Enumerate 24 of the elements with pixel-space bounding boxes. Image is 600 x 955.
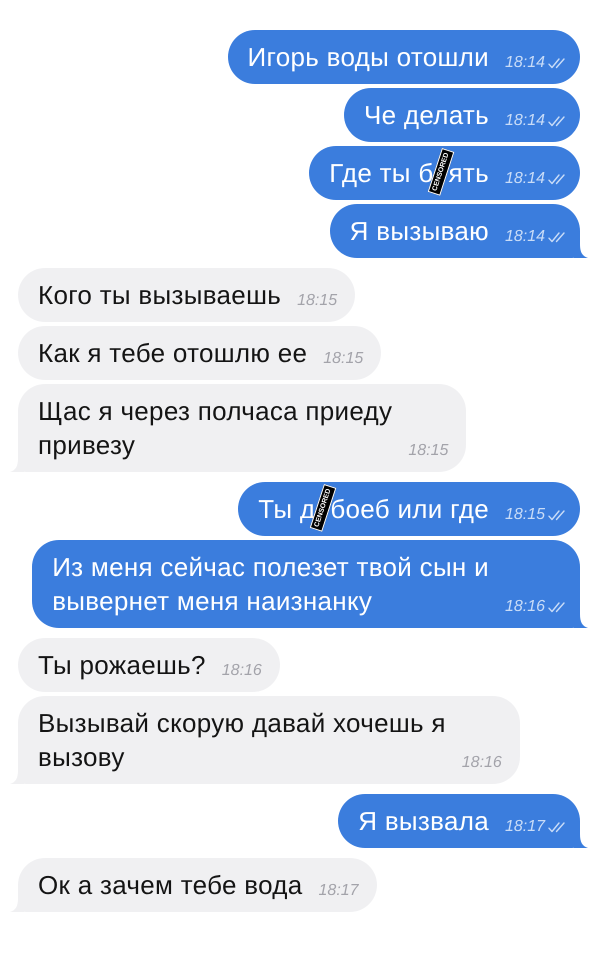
message-time: 18:15 bbox=[504, 507, 545, 523]
message-text: Игорь воды отошли bbox=[248, 41, 489, 74]
message-time: 18:14 bbox=[504, 171, 545, 187]
message-time: 18:14 bbox=[504, 229, 545, 245]
message-text: Как я тебе отошлю ее bbox=[38, 337, 308, 370]
message-time: 18:17 bbox=[504, 819, 545, 835]
message-text: Я вызываю bbox=[350, 215, 489, 248]
message-time: 18:15 bbox=[408, 443, 448, 459]
message-text: Че делать bbox=[364, 99, 489, 132]
message-text: Ты рожаешь? bbox=[38, 649, 206, 682]
message-text: Я вызвала bbox=[358, 805, 489, 838]
message-time: 18:14 bbox=[504, 113, 545, 129]
message-time: 18:14 bbox=[504, 55, 545, 71]
message-time: 18:17 bbox=[318, 883, 359, 899]
message-text: Ок а зачем тебе вода bbox=[38, 869, 303, 902]
message-time: 18:16 bbox=[504, 599, 545, 615]
message-text: Из меня сейчас полезет твой сын и вывернет меня наизнанку bbox=[52, 551, 489, 618]
message-time: 18:15 bbox=[297, 293, 338, 309]
message-time: 18:16 bbox=[462, 755, 502, 771]
message-time: 18:15 bbox=[323, 351, 364, 367]
message-text: Кого ты вызываешь bbox=[38, 279, 282, 312]
message-time: 18:16 bbox=[222, 663, 262, 679]
message-text: Щас я через полчаса приеду привезу bbox=[38, 395, 392, 462]
message-text: Вызывай скорую давай хочешь я вызову bbox=[38, 707, 446, 774]
